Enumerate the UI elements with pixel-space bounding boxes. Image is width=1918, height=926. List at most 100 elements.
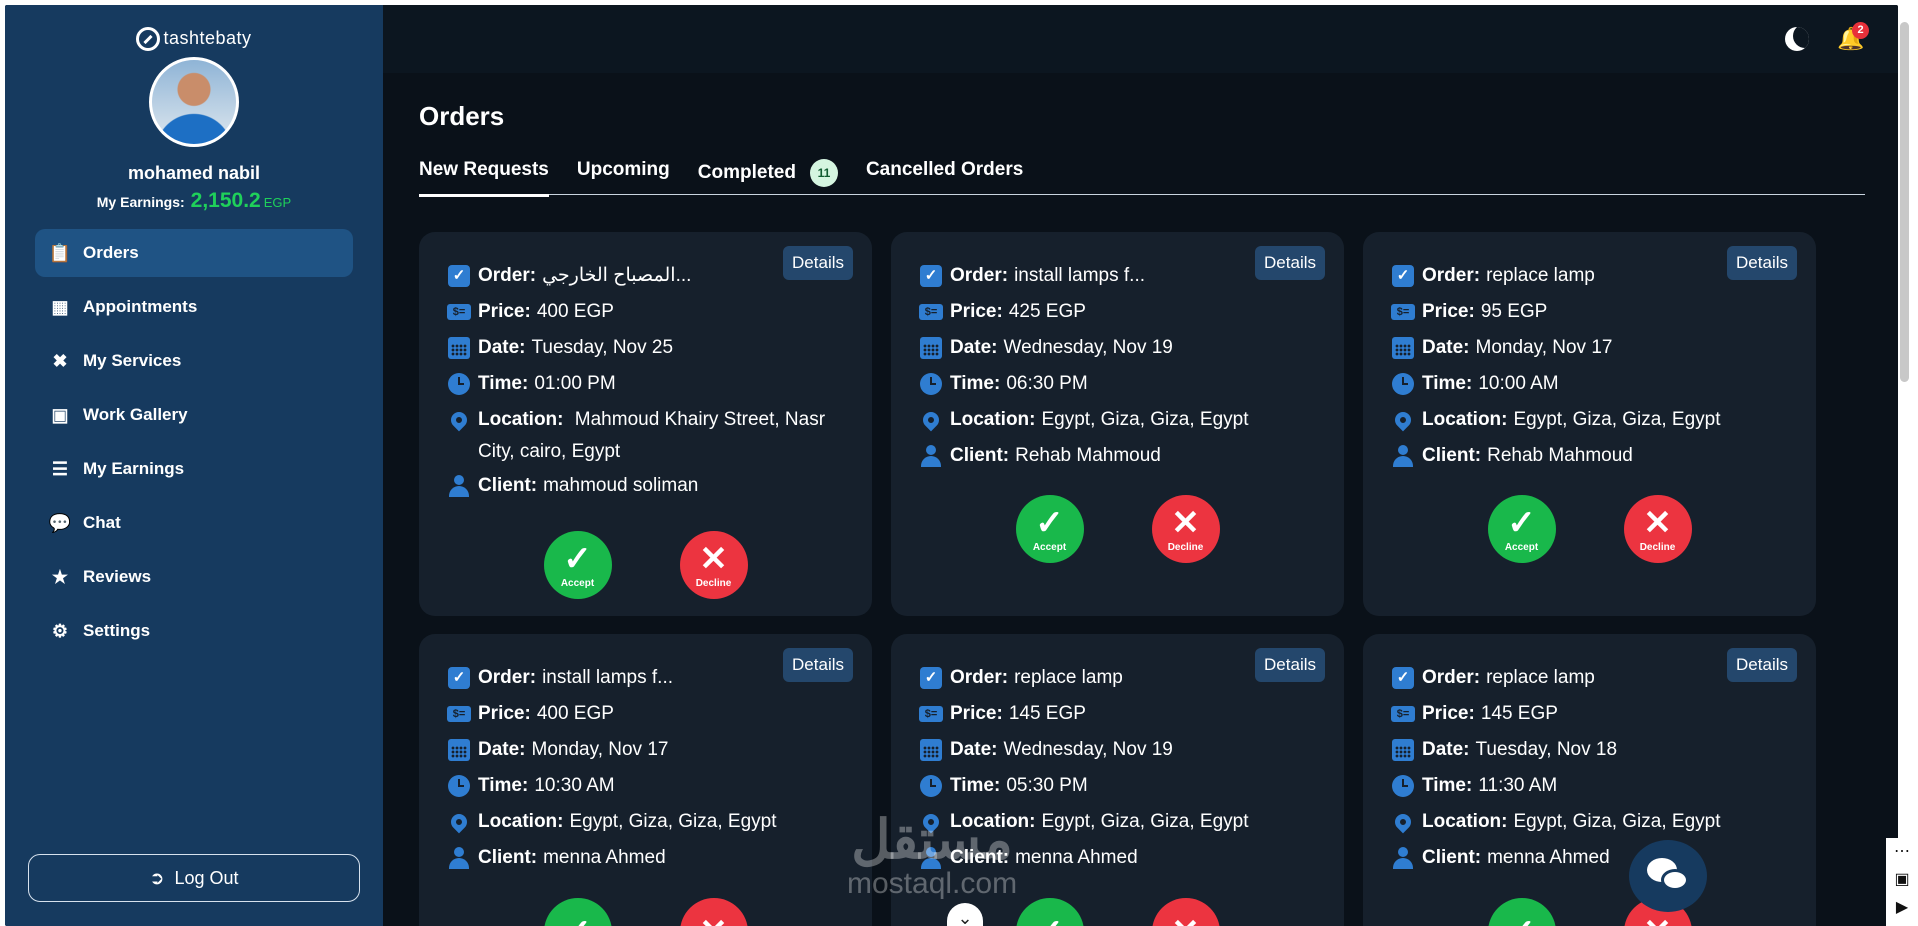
client-row: Client: Rehab Mahmoud	[1391, 438, 1791, 474]
order-row: ✓ Order: replace lamp	[919, 660, 1319, 696]
chat-icon: 💬	[48, 512, 72, 533]
scrollbar[interactable]	[1898, 22, 1912, 382]
logout-button[interactable]: ➲ Log Out	[28, 854, 360, 902]
location-row: Location: Egypt, Giza, Giza, Egypt	[1391, 402, 1791, 438]
clock-icon	[1392, 373, 1414, 395]
client-row: Client: mahmoud soliman	[447, 468, 847, 504]
location-pin-icon	[447, 408, 471, 432]
notification-count-badge: 2	[1852, 22, 1869, 39]
sidebar-item-appointments[interactable]: ▦ Appointments	[35, 283, 353, 331]
dark-mode-toggle-moon-icon[interactable]	[1785, 27, 1809, 51]
order-client: menna Ahmed	[543, 847, 666, 868]
order-title: install lamps f...	[542, 667, 674, 688]
date-row: Date: Monday, Nov 17	[1391, 330, 1791, 366]
clock-icon	[920, 775, 942, 797]
location-pin-icon	[919, 408, 943, 432]
brand-logo[interactable]: tashtebaty	[5, 27, 383, 51]
tab-upcoming[interactable]: Upcoming	[577, 155, 670, 195]
app-window: tashtebaty mohamed nabil My Earnings: 2,1…	[5, 5, 1898, 926]
scrollbar-thumb[interactable]	[1900, 22, 1909, 382]
sidebar-item-settings[interactable]: ⚙ Settings	[35, 607, 353, 655]
calendar-icon	[448, 739, 470, 761]
checkbox-icon: ✓	[1392, 265, 1414, 287]
order-price: 95 EGP	[1480, 301, 1548, 322]
order-client: menna Ahmed	[1487, 847, 1610, 868]
sidebar-item-orders[interactable]: 📋 Orders	[35, 229, 353, 277]
location-pin-icon	[1391, 810, 1415, 834]
check-icon: ✓	[1035, 915, 1064, 926]
calendar-icon	[448, 337, 470, 359]
watermark: مستقل mostaql.com	[847, 813, 1017, 901]
order-client: Rehab Mahmoud	[1015, 445, 1161, 466]
user-icon	[1392, 445, 1414, 467]
checkbox-icon: ✓	[1392, 667, 1414, 689]
order-time: 05:30 PM	[1006, 775, 1088, 796]
x-icon: ✕	[1171, 503, 1200, 542]
order-title: replace lamp	[1486, 265, 1595, 286]
avatar[interactable]	[149, 57, 239, 147]
earnings-currency: EGP	[263, 195, 292, 210]
decline-button[interactable]: ✕ Decline	[1151, 495, 1220, 563]
order-price: 400 EGP	[536, 703, 614, 724]
order-title: replace lamp	[1014, 667, 1123, 688]
accept-button[interactable]: ✓ Accept	[1015, 495, 1084, 563]
money-icon: $=	[447, 304, 471, 320]
clipboard-icon: 📋	[48, 242, 72, 263]
order-location: Egypt, Giza, Giza, Egypt	[1513, 811, 1721, 832]
sidebar-item-label: My Services	[83, 351, 182, 370]
tab-completed[interactable]: Completed 11	[698, 155, 838, 195]
sidebar: tashtebaty mohamed nabil My Earnings: 2,1…	[5, 5, 383, 926]
clock-icon	[920, 373, 942, 395]
price-row: $= Price: 145 EGP	[1391, 696, 1791, 732]
order-client: mahmoud soliman	[543, 475, 699, 496]
accept-button[interactable]: ✓	[1015, 898, 1084, 926]
accept-button[interactable]: ✓	[543, 898, 612, 926]
gear-icon: ⚙	[51, 620, 69, 641]
user-name: mohamed nabil	[127, 163, 261, 183]
money-icon: $=	[1391, 706, 1415, 722]
sidebar-item-label: My Earnings	[83, 459, 185, 478]
order-actions: ✓ Accept ✕ Decline	[891, 495, 1344, 563]
decline-button[interactable]: ✕ Decline	[679, 531, 748, 599]
time-row: Time: 06:30 PM	[919, 366, 1319, 402]
date-row: Date: Monday, Nov 17	[447, 732, 847, 768]
decline-button[interactable]: ✕	[679, 898, 748, 926]
chat-fab-button[interactable]	[1629, 840, 1707, 912]
accept-button[interactable]: ✓	[1487, 898, 1556, 926]
sidebar-item-reviews[interactable]: ★ Reviews	[35, 553, 353, 601]
tab-label: Cancelled Orders	[865, 159, 1024, 180]
order-date: Tuesday, Nov 25	[531, 337, 674, 358]
order-row: ✓ Order: install lamps f...	[919, 258, 1319, 294]
accept-button[interactable]: ✓ Accept	[543, 531, 612, 599]
decline-button[interactable]: ✕ Decline	[1623, 495, 1692, 563]
camera-icon[interactable]: ▣	[1886, 866, 1918, 894]
time-row: Time: 11:30 AM	[1391, 768, 1791, 804]
checkbox-icon: ✓	[448, 265, 470, 287]
order-date: Monday, Nov 17	[1475, 337, 1613, 358]
location-row: Location: Egypt, Giza, Giza, Egypt	[919, 402, 1319, 438]
sidebar-item-chat[interactable]: 💬 Chat	[35, 499, 353, 547]
image-icon: ▣	[51, 404, 69, 425]
link-icon[interactable]: ⋯	[1886, 838, 1918, 866]
check-icon: ✓	[563, 539, 592, 578]
order-card: Details ✓ Order: replace lamp $= Price: 145 …	[1363, 634, 1816, 926]
completed-count-badge: 11	[809, 159, 838, 187]
decline-button[interactable]: ✕	[1151, 898, 1220, 926]
order-location: Egypt, Giza, Giza, Egypt	[1041, 811, 1249, 832]
order-price: 145 EGP	[1008, 703, 1086, 724]
user-icon	[920, 445, 942, 467]
sidebar-item-label: Appointments	[83, 297, 198, 316]
sidebar-item-work-gallery[interactable]: ▣ Work Gallery	[35, 391, 353, 439]
video-icon[interactable]: ▶	[1886, 894, 1918, 922]
tab-cancelled-orders[interactable]: Cancelled Orders	[866, 155, 1023, 195]
order-row: ✓ Order: المصباح الخارجي...	[447, 258, 847, 294]
order-card: Details ✓ Order: install lamps f... $= Pric…	[891, 232, 1344, 616]
x-icon: ✕	[1643, 503, 1672, 542]
sidebar-item-my-earnings[interactable]: ☰ My Earnings	[35, 445, 353, 493]
accept-button[interactable]: ✓ Accept	[1487, 495, 1556, 563]
order-row: ✓ Order: replace lamp	[1391, 660, 1791, 696]
price-row: $= Price: 425 EGP	[919, 294, 1319, 330]
tab-new-requests[interactable]: New Requests	[419, 155, 549, 197]
calendar-icon	[1392, 739, 1414, 761]
sidebar-item-my-services[interactable]: ✖ My Services	[35, 337, 353, 385]
